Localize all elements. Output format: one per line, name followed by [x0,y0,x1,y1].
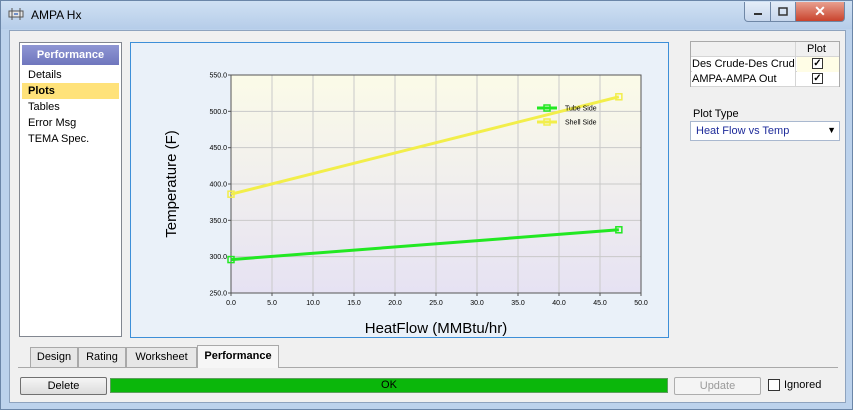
grid-header-plot: Plot [807,43,826,55]
chevron-down-icon: ▼ [827,125,836,135]
plot-checkbox[interactable]: ✓ [812,73,823,84]
window: AMPA Hx ✕ Performance Details Plots Tabl… [0,0,853,410]
close-button[interactable]: ✕ [795,2,845,22]
nav-header: Performance [22,45,119,65]
grid-row-name: Des Crude-Des Crud [692,57,796,72]
nav-item-tables[interactable]: Tables [22,99,119,115]
maximize-button[interactable] [770,2,796,22]
grid-row[interactable]: Des Crude-Des Crud ✓ [691,57,839,72]
x-tick-label: 40.0 [552,300,566,307]
plot-panel[interactable]: 250.0 300.0 350.0 400.0 450.0 500.0 550.0 0.0 5.… [130,42,669,338]
plot-type-select[interactable]: Heat Flow vs Temp ▼ [690,121,840,141]
x-tick-label: 45.0 [593,300,607,307]
minimize-icon [753,12,762,15]
minimize-button[interactable] [744,2,771,22]
x-tick-label: 0.0 [226,300,236,307]
ignored-checkbox[interactable] [768,379,780,391]
close-icon: ✕ [814,3,826,19]
delete-button[interactable]: Delete [20,377,107,395]
x-tick-label: 5.0 [267,300,277,307]
nav-item-error-msg[interactable]: Error Msg [22,115,119,131]
client-area: Performance Details Plots Tables Error M… [9,30,846,403]
y-tick-label: 450.0 [209,145,227,152]
nav-item-details[interactable]: Details [22,67,119,83]
x-tick-label: 10.0 [306,300,320,307]
legend-label: Tube Side [565,106,597,113]
grid-header-blank [691,42,796,57]
y-tick-label: 250.0 [209,291,227,298]
x-tick-label: 50.0 [634,300,648,307]
window-title: AMPA Hx [31,8,82,22]
x-tick-label: 15.0 [347,300,361,307]
y-tick-label: 500.0 [209,109,227,116]
plot-series-grid: Plot Des Crude-Des Crud ✓ AMPA-AMPA Out … [690,41,840,87]
x-tick-label: 20.0 [388,300,402,307]
x-tick-label: 35.0 [511,300,525,307]
legend-label: Shell Side [565,120,597,127]
nav-panel: Performance Details Plots Tables Error M… [19,42,122,337]
y-tick-label: 400.0 [209,182,227,189]
tab-divider [18,367,838,368]
tab-worksheet[interactable]: Worksheet [126,347,197,367]
title-bar[interactable]: AMPA Hx ✕ [1,1,852,29]
x-tick-label: 25.0 [429,300,443,307]
heat-curve-chart: 250.0 300.0 350.0 400.0 450.0 500.0 550.0 0.0 5.… [163,73,648,338]
grid-row[interactable]: AMPA-AMPA Out ✓ [691,72,839,87]
grid-header-row: Plot [691,42,839,57]
y-tick-label: 300.0 [209,254,227,261]
y-tick-label: 550.0 [209,73,227,80]
y-axis-label: Temperature (F) [163,130,180,238]
tab-design[interactable]: Design [30,347,78,367]
tab-performance[interactable]: Performance [197,345,279,368]
y-tick-label: 350.0 [209,218,227,225]
x-tick-label: 30.0 [470,300,484,307]
maximize-icon [778,7,788,16]
nav-item-plots[interactable]: Plots [22,83,119,99]
x-axis-label: HeatFlow (MMBtu/hr) [365,320,508,337]
heat-exchanger-icon [8,8,24,20]
nav-item-tema-spec[interactable]: TEMA Spec. [22,131,119,147]
grid-row-name: AMPA-AMPA Out [692,72,796,87]
status-bar: OK [110,378,668,393]
plot-checkbox[interactable]: ✓ [812,58,823,69]
ignored-label: Ignored [784,379,822,391]
update-button[interactable]: Update [674,377,761,395]
plot-type-label: Plot Type [693,108,739,120]
plot-type-value: Heat Flow vs Temp [696,125,790,137]
tab-rating[interactable]: Rating [78,347,126,367]
